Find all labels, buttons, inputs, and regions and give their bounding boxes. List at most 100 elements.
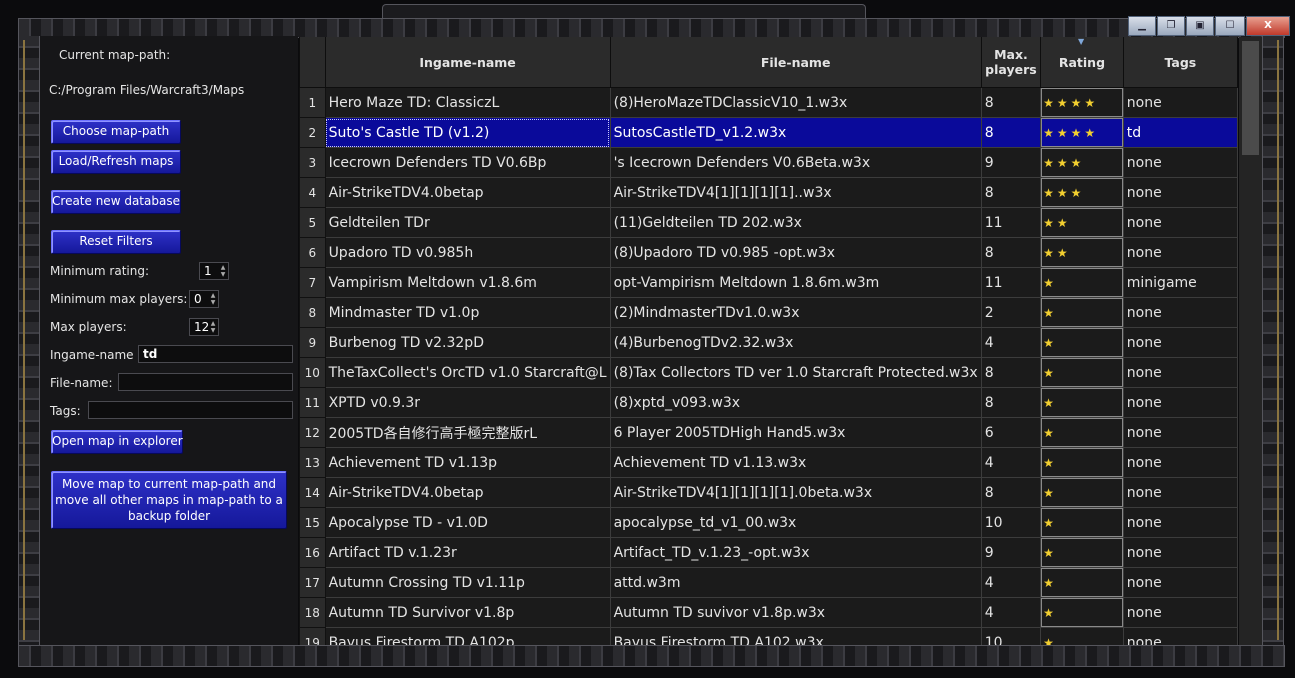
max-players-cell[interactable]: 8 <box>980 477 1042 508</box>
table-row[interactable]: 13 Achievement TD v1.13p Achievement TD v1… <box>299 447 1238 478</box>
rating-cell[interactable]: ★ <box>1040 357 1124 388</box>
tags-cell[interactable]: none <box>1122 297 1238 328</box>
window-mode-icon[interactable]: ▣ <box>1186 16 1214 36</box>
vertical-scrollbar[interactable] <box>1239 37 1262 645</box>
close-button[interactable]: X <box>1246 16 1290 36</box>
file-name-cell[interactable]: 6 Player 2005TDHigh Hand5.w3x <box>609 417 982 448</box>
tags-cell[interactable]: none <box>1122 537 1238 568</box>
tags-cell[interactable]: none <box>1122 87 1238 118</box>
ingame-name-cell[interactable]: Air-StrikeTDV4.0betap <box>324 177 611 208</box>
ingame-name-cell[interactable]: 2005TD各自修行高手極完整版rL <box>324 417 611 448</box>
spin-up-icon[interactable]: ▲ <box>219 264 227 271</box>
max-players-spinner[interactable]: 12 ▲ ▼ <box>189 318 219 336</box>
ingame-name-cell[interactable]: Bayus Firestorm TD A102p <box>324 627 611 645</box>
max-players-cell[interactable]: 4 <box>980 447 1042 478</box>
file-name-cell[interactable]: SutosCastleTD_v1.2.w3x <box>609 117 982 148</box>
tags-cell[interactable]: none <box>1122 327 1238 358</box>
rating-cell[interactable]: ★ <box>1040 387 1124 418</box>
tags-cell[interactable]: none <box>1122 477 1238 508</box>
tags-cell[interactable]: minigame <box>1122 267 1238 298</box>
file-name-cell[interactable]: Artifact_TD_v.1.23_-opt.w3x <box>609 537 982 568</box>
rating-cell[interactable]: ★★ <box>1040 207 1124 238</box>
ingame-name-cell[interactable]: Vampirism Meltdown v1.8.6m <box>324 267 611 298</box>
rating-cell[interactable]: ★ <box>1040 447 1124 478</box>
rating-cell[interactable]: ★ <box>1040 297 1124 328</box>
rating-cell[interactable]: ★ <box>1040 507 1124 538</box>
spin-up-icon[interactable]: ▲ <box>209 292 217 299</box>
choose-map-path-button[interactable]: Choose map-path <box>51 120 181 144</box>
spin-down-icon[interactable]: ▼ <box>209 299 217 306</box>
tags-cell[interactable]: td <box>1122 117 1238 148</box>
max-players-cell[interactable]: 11 <box>980 207 1042 238</box>
ingame-name-cell[interactable]: XPTD v0.9.3r <box>324 387 611 418</box>
table-row[interactable]: 1 Hero Maze TD: ClassiczL (8)HeroMazeTDCla… <box>299 87 1238 118</box>
max-players-cell[interactable]: 8 <box>980 177 1042 208</box>
file-name-cell[interactable]: opt-Vampirism Meltdown 1.8.6m.w3m <box>609 267 982 298</box>
ingame-name-cell[interactable]: Artifact TD v.1.23r <box>324 537 611 568</box>
tags-cell[interactable]: none <box>1122 597 1238 628</box>
tags-cell[interactable]: none <box>1122 387 1238 418</box>
max-players-cell[interactable]: 10 <box>980 507 1042 538</box>
max-players-cell[interactable]: 8 <box>980 387 1042 418</box>
column-header-tags[interactable]: Tags <box>1122 37 1238 88</box>
maximize-icon[interactable]: ☐ <box>1215 16 1245 36</box>
file-name-cell[interactable]: Autumn TD suvivor v1.8p.w3x <box>609 597 982 628</box>
load-refresh-button[interactable]: Load/Refresh maps <box>51 150 181 174</box>
create-database-button[interactable]: Create new database <box>51 190 181 214</box>
move-map-button[interactable]: Move map to current map-path and move al… <box>51 471 287 529</box>
table-row[interactable]: 4 Air-StrikeTDV4.0betap Air-StrikeTDV4[1][… <box>299 177 1238 208</box>
ingame-name-cell[interactable]: Geldteilen TDr <box>324 207 611 238</box>
tags-cell[interactable]: none <box>1122 177 1238 208</box>
ingame-name-cell[interactable]: Mindmaster TD v1.0p <box>324 297 611 328</box>
scrollbar-thumb[interactable] <box>1242 41 1259 155</box>
file-name-cell[interactable]: Air-StrikeTDV4[1][1][1][1]..w3x <box>609 177 982 208</box>
ingame-name-cell[interactable]: Autumn TD Survivor v1.8p <box>324 597 611 628</box>
column-header-rating[interactable]: ▼ Rating <box>1040 37 1124 88</box>
spin-down-icon[interactable]: ▼ <box>209 327 217 334</box>
table-row[interactable]: 17 Autumn Crossing TD v1.11p attd.w3m 4 ★ non… <box>299 567 1238 598</box>
rating-cell[interactable]: ★★ <box>1040 237 1124 268</box>
max-players-cell[interactable]: 9 <box>980 537 1042 568</box>
table-row[interactable]: 8 Mindmaster TD v1.0p (2)MindmasterTDv1.0.… <box>299 297 1238 328</box>
ingame-name-cell[interactable]: Icecrown Defenders TD V0.6Bp <box>324 147 611 178</box>
table-row[interactable]: 7 Vampirism Meltdown v1.8.6m opt-Vampirism… <box>299 267 1238 298</box>
table-row[interactable]: 3 Icecrown Defenders TD V0.6Bp's Icecrown… <box>299 147 1238 178</box>
max-players-cell[interactable]: 4 <box>980 327 1042 358</box>
file-name-cell[interactable]: apocalypse_td_v1_00.w3x <box>609 507 982 538</box>
table-row[interactable]: 14 Air-StrikeTDV4.0betap Air-StrikeTDV4[1]… <box>299 477 1238 508</box>
file-name-cell[interactable]: (2)MindmasterTDv1.0.w3x <box>609 297 982 328</box>
rating-cell[interactable]: ★ <box>1040 537 1124 568</box>
file-name-cell[interactable]: (8)Upadoro TD v0.985 -opt.w3x <box>609 237 982 268</box>
column-header-max-players[interactable]: Max. players <box>980 37 1042 88</box>
minimize-icon[interactable]: ▁ <box>1128 16 1156 36</box>
reset-filters-button[interactable]: Reset Filters <box>51 230 181 254</box>
rating-cell[interactable]: ★★★ <box>1040 177 1124 208</box>
file-name-cell[interactable]: attd.w3m <box>609 567 982 598</box>
max-players-cell[interactable]: 9 <box>980 147 1042 178</box>
file-name-cell[interactable]: (8)xptd_v093.w3x <box>609 387 982 418</box>
tags-cell[interactable]: none <box>1122 417 1238 448</box>
table-row[interactable]: 9 Burbenog TD v2.32pD (4)BurbenogTDv2.32.w… <box>299 327 1238 358</box>
rating-cell[interactable]: ★ <box>1040 627 1124 645</box>
tags-cell[interactable]: none <box>1122 447 1238 478</box>
max-players-cell[interactable]: 4 <box>980 597 1042 628</box>
table-row[interactable]: 5 Geldteilen TDr (11)Geldteilen TD 202.w3x… <box>299 207 1238 238</box>
max-players-cell[interactable]: 4 <box>980 567 1042 598</box>
ingame-name-cell[interactable]: Burbenog TD v2.32pD <box>324 327 611 358</box>
min-rating-spinner[interactable]: 1 ▲ ▼ <box>199 262 229 280</box>
rating-cell[interactable]: ★ <box>1040 267 1124 298</box>
spin-up-icon[interactable]: ▲ <box>209 320 217 327</box>
ingame-name-cell[interactable]: TheTaxCollect's OrcTD v1.0 Starcraft@L <box>324 357 611 388</box>
file-name-cell[interactable]: Bayus Firestorm TD A102.w3x <box>609 627 982 645</box>
tags-cell[interactable]: none <box>1122 207 1238 238</box>
min-max-players-spinner[interactable]: 0 ▲ ▼ <box>189 290 219 308</box>
ingame-name-cell[interactable]: Suto's Castle TD (v1.2) <box>324 117 611 148</box>
rating-cell[interactable]: ★ <box>1040 477 1124 508</box>
file-name-field[interactable] <box>118 373 293 391</box>
column-header-ingame-name[interactable]: Ingame-name <box>324 37 611 88</box>
max-players-cell[interactable]: 8 <box>980 357 1042 388</box>
file-name-cell[interactable]: (4)BurbenogTDv2.32.w3x <box>609 327 982 358</box>
file-name-cell[interactable]: 's Icecrown Defenders V0.6Beta.w3x <box>609 147 982 178</box>
rating-cell[interactable]: ★★★ <box>1040 147 1124 178</box>
rating-cell[interactable]: ★★★★ <box>1040 87 1124 118</box>
